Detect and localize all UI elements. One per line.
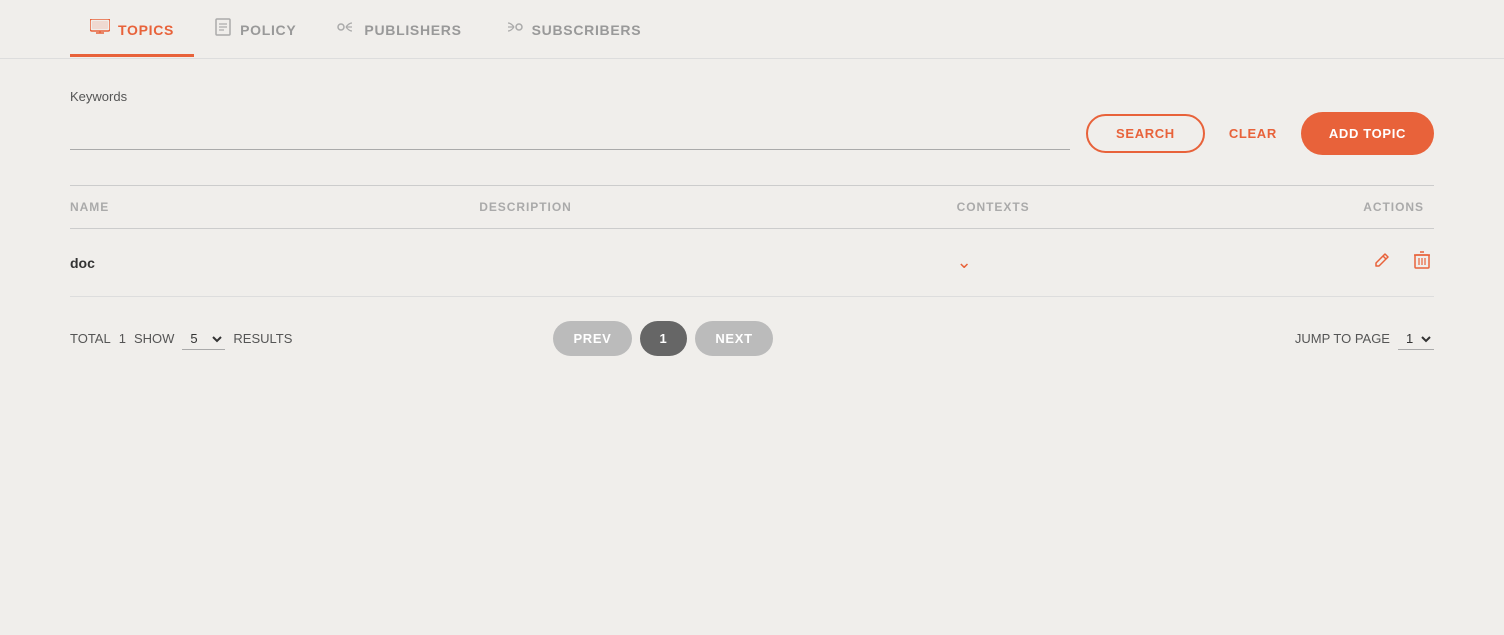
col-header-actions: ACTIONS <box>1229 186 1434 229</box>
page-1-button[interactable]: 1 <box>640 321 688 356</box>
row-description <box>479 229 956 297</box>
topics-icon <box>90 19 110 40</box>
results-label: RESULTS <box>233 331 292 346</box>
tab-policy[interactable]: POLICY <box>194 0 316 58</box>
col-header-contexts: CONTEXTS <box>957 186 1230 229</box>
show-select[interactable]: 5 10 25 50 <box>182 328 225 350</box>
add-topic-button[interactable]: ADD TOPIC <box>1301 112 1434 155</box>
jump-select[interactable]: 1 <box>1398 328 1434 350</box>
col-header-name: NAME <box>70 186 479 229</box>
pagination-row: TOTAL 1 SHOW 5 10 25 50 RESULTS PREV 1 N… <box>70 321 1434 356</box>
total-label: TOTAL <box>70 331 111 346</box>
tab-publishers[interactable]: PUBLISHERS <box>316 1 481 57</box>
main-content: Keywords SEARCH CLEAR ADD TOPIC NAME DES… <box>0 59 1504 386</box>
top-nav: TOPICS POLICY PUBLISHERS <box>0 0 1504 59</box>
row-actions <box>1229 229 1434 297</box>
table-row: doc ⌄ <box>70 229 1434 297</box>
tab-subscribers[interactable]: SUBSCRIBERS <box>482 1 662 57</box>
tab-subscribers-label: SUBSCRIBERS <box>532 22 642 38</box>
edit-button[interactable] <box>1370 248 1394 277</box>
prev-button[interactable]: PREV <box>553 321 631 356</box>
table-header-row: NAME DESCRIPTION CONTEXTS ACTIONS <box>70 186 1434 229</box>
col-header-description: DESCRIPTION <box>479 186 956 229</box>
keywords-input[interactable] <box>70 117 1070 150</box>
topics-table: NAME DESCRIPTION CONTEXTS ACTIONS doc ⌄ <box>70 185 1434 297</box>
tab-topics-label: TOPICS <box>118 22 174 38</box>
tab-policy-label: POLICY <box>240 22 296 38</box>
jump-label: JUMP TO PAGE <box>1295 331 1390 346</box>
row-contexts: ⌄ <box>957 229 1230 297</box>
clear-button[interactable]: CLEAR <box>1221 116 1285 151</box>
search-button[interactable]: SEARCH <box>1086 114 1205 153</box>
policy-icon <box>214 18 232 41</box>
total-count: 1 <box>119 331 126 346</box>
total-info: TOTAL 1 SHOW 5 10 25 50 RESULTS <box>70 328 292 350</box>
jump-to-page: JUMP TO PAGE 1 <box>1295 328 1434 350</box>
tab-topics[interactable]: TOPICS <box>70 1 194 57</box>
delete-button[interactable] <box>1410 247 1434 278</box>
row-name: doc <box>70 229 479 297</box>
search-row: SEARCH CLEAR ADD TOPIC <box>70 112 1434 155</box>
next-button[interactable]: NEXT <box>695 321 772 356</box>
pagination-controls: PREV 1 NEXT <box>553 321 772 356</box>
keywords-label: Keywords <box>70 89 1434 104</box>
publishers-icon <box>336 19 356 40</box>
subscribers-icon <box>502 19 524 40</box>
search-section: Keywords SEARCH CLEAR ADD TOPIC <box>70 89 1434 155</box>
contexts-chevron-icon[interactable]: ⌄ <box>957 252 972 272</box>
tab-publishers-label: PUBLISHERS <box>364 22 461 38</box>
show-label: SHOW <box>134 331 174 346</box>
